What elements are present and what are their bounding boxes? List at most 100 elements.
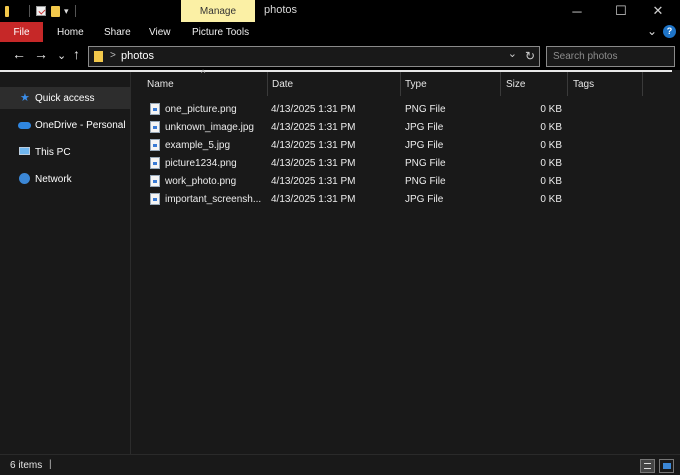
large-icons-view-icon	[663, 463, 671, 469]
file-name: unknown_image.jpg	[165, 121, 254, 133]
image-file-icon	[150, 103, 160, 115]
close-icon: ✕	[652, 3, 664, 18]
star-icon: ★	[20, 92, 30, 104]
file-date: 4/13/2025 1:31 PM	[271, 139, 356, 151]
file-name: picture1234.png	[165, 157, 237, 169]
column-divider[interactable]	[400, 72, 401, 96]
sidebar-item-this-pc[interactable]: This PC	[0, 141, 131, 163]
manage-tab[interactable]: Manage	[181, 0, 255, 23]
file-size: 0 KB	[540, 175, 562, 187]
sidebar-item-label: OneDrive - Personal	[35, 120, 126, 131]
quick-access-toolbar: ▾	[0, 0, 76, 22]
tab-home[interactable]: Home	[57, 22, 84, 42]
sort-indicator-icon: ^	[201, 68, 206, 78]
file-size: 0 KB	[540, 139, 562, 151]
file-name: work_photo.png	[165, 175, 237, 187]
cloud-icon	[18, 122, 31, 129]
status-bar: 6 items |	[0, 454, 680, 475]
minimize-button[interactable]: ─	[555, 0, 599, 22]
file-name: example_5.jpg	[165, 139, 231, 151]
toolbar-separator	[74, 5, 76, 17]
address-dropdown-icon[interactable]: ⌄	[508, 47, 517, 60]
file-date: 4/13/2025 1:31 PM	[271, 157, 356, 169]
column-divider[interactable]	[567, 72, 568, 96]
back-button[interactable]: ←	[12, 46, 26, 62]
folder-icon	[94, 51, 103, 62]
close-button[interactable]: ✕	[636, 0, 680, 22]
file-name: important_screensh...	[165, 193, 262, 205]
file-type: PNG File	[405, 103, 446, 115]
table-row[interactable]: work_photo.png 4/13/2025 1:31 PM PNG Fil…	[142, 172, 562, 190]
back-arrow-icon: ←	[12, 46, 26, 62]
large-icons-view-button[interactable]	[659, 459, 674, 473]
details-view-button[interactable]	[640, 459, 655, 473]
file-list: ^ Name Date Type Size Tags one_picture.p…	[131, 68, 672, 454]
chevron-down-icon: ⌄	[57, 50, 67, 62]
table-row[interactable]: important_screensh... 4/13/2025 1:31 PM …	[142, 190, 562, 208]
file-type: JPG File	[405, 121, 444, 133]
search-box[interactable]: Search photos	[546, 46, 675, 67]
image-file-icon	[150, 175, 160, 187]
column-header-type[interactable]: Type	[405, 72, 427, 96]
column-header-date[interactable]: Date	[272, 72, 293, 96]
sidebar-item-label: Network	[35, 174, 72, 185]
network-icon	[19, 173, 30, 184]
forward-arrow-icon: →	[34, 46, 48, 62]
status-separator: |	[49, 459, 52, 470]
window-title: photos	[264, 4, 298, 16]
table-row[interactable]: picture1234.png 4/13/2025 1:31 PM PNG Fi…	[142, 154, 562, 172]
file-size: 0 KB	[540, 103, 562, 115]
file-type: PNG File	[405, 157, 446, 169]
title-bar: ▾ Manage photos ─ ☐ ✕	[0, 0, 680, 23]
toolbar-separator	[29, 5, 30, 17]
image-file-icon	[150, 121, 160, 133]
ribbon-controls: ⌄ ?	[647, 24, 676, 38]
tab-picture-tools[interactable]: Picture Tools	[192, 22, 249, 42]
properties-icon[interactable]	[36, 6, 46, 16]
folder-icon[interactable]	[5, 5, 9, 17]
image-file-icon	[150, 157, 160, 169]
table-row[interactable]: one_picture.png 4/13/2025 1:31 PM PNG Fi…	[142, 100, 562, 118]
file-date: 4/13/2025 1:31 PM	[271, 193, 356, 205]
column-divider[interactable]	[267, 72, 268, 96]
tab-share[interactable]: Share	[104, 22, 131, 42]
computer-icon	[19, 147, 30, 155]
navigation-pane: ★ Quick access OneDrive - Personal This …	[0, 72, 131, 454]
breadcrumb-separator: >	[110, 50, 116, 61]
file-size: 0 KB	[540, 157, 562, 169]
file-size: 0 KB	[540, 193, 562, 205]
column-header-name[interactable]: Name	[147, 72, 174, 96]
new-folder-icon[interactable]	[51, 5, 60, 17]
collapse-ribbon-icon[interactable]: ⌄	[647, 24, 657, 38]
file-date: 4/13/2025 1:31 PM	[271, 121, 356, 133]
up-button[interactable]: ↑	[73, 46, 80, 62]
image-file-icon	[150, 139, 160, 151]
breadcrumb-photos[interactable]: photos	[121, 50, 154, 62]
refresh-icon[interactable]: ↻	[525, 49, 535, 63]
address-bar[interactable]: > photos ⌄ ↻	[88, 46, 540, 67]
column-divider[interactable]	[500, 72, 501, 96]
file-date: 4/13/2025 1:31 PM	[271, 103, 356, 115]
sidebar-item-quick-access[interactable]: ★ Quick access	[0, 87, 131, 109]
recent-locations-button[interactable]: ⌄	[57, 49, 66, 62]
details-view-icon	[644, 463, 651, 469]
column-header-size[interactable]: Size	[506, 72, 525, 96]
search-input[interactable]: Search photos	[553, 51, 618, 62]
column-header-tags[interactable]: Tags	[573, 72, 594, 96]
customize-toolbar-chevron-icon[interactable]: ▾	[64, 6, 69, 17]
file-type: PNG File	[405, 175, 446, 187]
tab-file[interactable]: File	[0, 22, 43, 42]
image-file-icon	[150, 193, 160, 205]
column-divider[interactable]	[642, 72, 643, 96]
sidebar-item-network[interactable]: Network	[0, 168, 131, 190]
tab-view[interactable]: View	[149, 22, 171, 42]
table-row[interactable]: example_5.jpg 4/13/2025 1:31 PM JPG File…	[142, 136, 562, 154]
vertical-scrollbar[interactable]	[672, 72, 680, 454]
up-arrow-icon: ↑	[73, 46, 80, 62]
sidebar-item-onedrive[interactable]: OneDrive - Personal	[0, 114, 131, 136]
item-count: 6 items	[10, 460, 43, 471]
forward-button[interactable]: →	[34, 46, 48, 62]
help-icon[interactable]: ?	[663, 24, 676, 38]
table-row[interactable]: unknown_image.jpg 4/13/2025 1:31 PM JPG …	[142, 118, 562, 136]
file-date: 4/13/2025 1:31 PM	[271, 175, 356, 187]
